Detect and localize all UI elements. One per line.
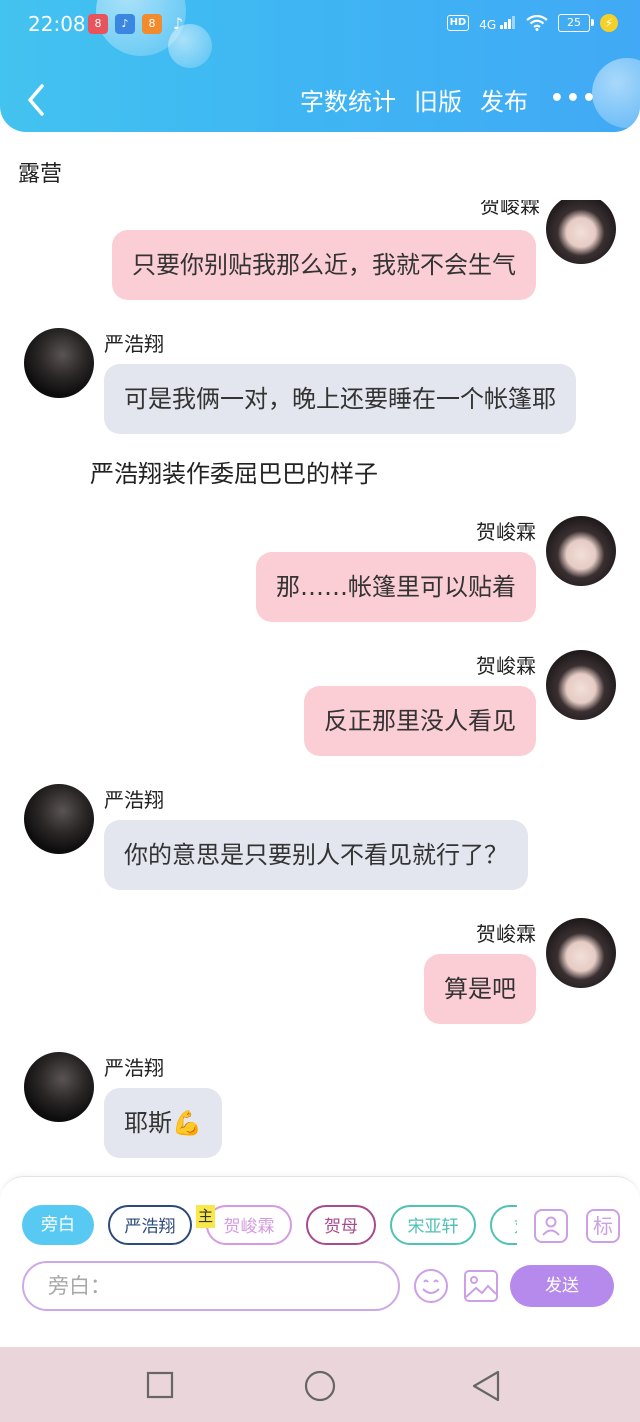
- word-count-button[interactable]: 字数统计: [300, 82, 396, 117]
- speaker-name: 严浩翔: [104, 1056, 164, 1080]
- home-icon[interactable]: [303, 1369, 337, 1403]
- role-chip-label: 刘: [514, 1217, 517, 1237]
- app-notification-icon: 8: [142, 14, 162, 34]
- speaker-name: 贺峻霖: [480, 200, 540, 218]
- message-bubble[interactable]: 可是我俩一对，晚上还要睡在一个帐篷耶: [104, 364, 576, 434]
- role-chip[interactable]: 宋亚轩: [390, 1205, 476, 1245]
- app-notification-icon: ♪: [115, 14, 135, 34]
- character-manage-icon[interactable]: [534, 1209, 568, 1243]
- main-role-badge: 主: [196, 1205, 215, 1228]
- message-bubble[interactable]: 你的意思是只要别人不看见就行了？: [104, 820, 528, 890]
- image-icon[interactable]: [462, 1267, 500, 1305]
- tiktok-icon: ♪: [172, 14, 184, 33]
- nav-actions: 字数统计 旧版 发布: [300, 82, 528, 117]
- role-chip[interactable]: 贺母: [306, 1205, 376, 1245]
- message-bubble[interactable]: 耶斯💪: [104, 1088, 222, 1158]
- composer-panel: 旁白 严浩翔 贺峻霖 贺母 宋亚轩 刘 主 标 发送: [0, 1176, 640, 1347]
- status-bar: 22:08 8 ♪ 8 ♪ HD 4G 25 ⚡: [0, 10, 640, 40]
- avatar[interactable]: [24, 328, 94, 398]
- role-selector[interactable]: 旁白 严浩翔 贺峻霖 贺母 宋亚轩 刘: [22, 1205, 517, 1249]
- speaker-name: 严浩翔: [104, 788, 164, 812]
- back-icon[interactable]: [22, 80, 52, 120]
- send-button[interactable]: 发送: [510, 1265, 614, 1307]
- old-version-button[interactable]: 旧版: [414, 82, 462, 117]
- speaker-name: 贺峻霖: [476, 654, 536, 678]
- message-bubble[interactable]: 反正那里没人看见: [304, 686, 536, 756]
- publish-button[interactable]: 发布: [480, 82, 528, 117]
- chat-list[interactable]: 贺峻霖 只要你别贴我那么近，我就不会生气 严浩翔 可是我俩一对，晚上还要睡在一个…: [0, 200, 640, 1170]
- avatar[interactable]: [24, 1052, 94, 1122]
- system-nav-bar: [0, 1347, 640, 1422]
- message-bubble[interactable]: 那……帐篷里可以贴着: [256, 552, 536, 622]
- message-bubble[interactable]: 算是吧: [424, 954, 536, 1024]
- chapter-title[interactable]: 露营: [18, 156, 62, 188]
- role-chip[interactable]: 贺峻霖: [206, 1205, 292, 1245]
- avatar[interactable]: [546, 918, 616, 988]
- clock: 22:08: [28, 12, 86, 36]
- back-nav-icon[interactable]: [470, 1369, 502, 1403]
- wifi-icon: [526, 15, 548, 31]
- network-signal-icon: 4G: [479, 15, 516, 31]
- recent-apps-icon[interactable]: [146, 1371, 174, 1399]
- app-notification-icon: 8: [88, 14, 108, 34]
- avatar[interactable]: [546, 200, 616, 264]
- role-chip[interactable]: 刘: [490, 1205, 517, 1245]
- emoji-icon[interactable]: [412, 1267, 450, 1305]
- nav-bar: 字数统计 旧版 发布 •••: [0, 78, 640, 122]
- message-input[interactable]: [46, 1263, 370, 1309]
- network-type: 4G: [479, 18, 497, 32]
- more-options-icon[interactable]: •••: [550, 86, 598, 111]
- message-bubble[interactable]: 只要你别贴我那么近，我就不会生气: [112, 230, 536, 300]
- hd-icon: HD: [446, 15, 470, 31]
- role-chip-narration[interactable]: 旁白: [22, 1205, 94, 1245]
- avatar[interactable]: [546, 650, 616, 720]
- speaker-name: 贺峻霖: [476, 520, 536, 544]
- speaker-name: 贺峻霖: [476, 922, 536, 946]
- avatar[interactable]: [546, 516, 616, 586]
- battery-icon: 25: [558, 14, 594, 32]
- speaker-name: 严浩翔: [104, 332, 164, 356]
- avatar[interactable]: [24, 784, 94, 854]
- role-chip[interactable]: 严浩翔: [108, 1205, 192, 1245]
- narration-text[interactable]: 严浩翔装作委屈巴巴的样子: [90, 454, 378, 489]
- message-input-wrapper[interactable]: [22, 1261, 400, 1311]
- app-header: 22:08 8 ♪ 8 ♪ HD 4G 25 ⚡ 字数统计 旧版 发布 •••: [0, 0, 640, 132]
- tag-button[interactable]: 标: [586, 1209, 620, 1243]
- charging-icon: ⚡: [600, 14, 618, 32]
